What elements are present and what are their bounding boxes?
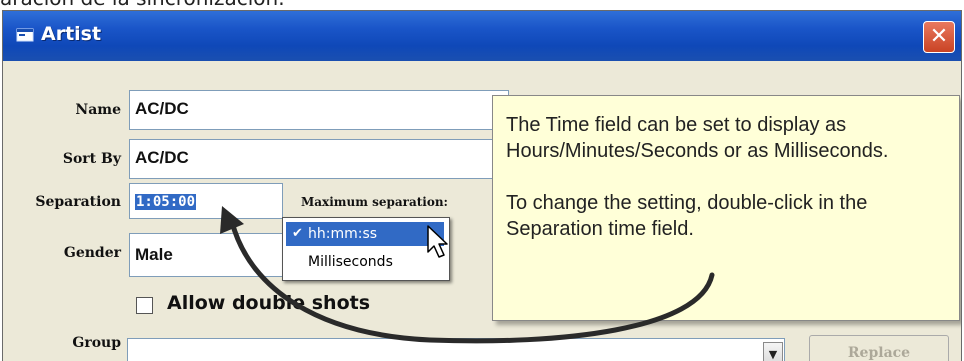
gender-select[interactable]: Male <box>129 233 295 277</box>
max-separation-label: Maximum separation: <box>301 195 448 209</box>
name-label: Name <box>75 102 121 118</box>
page-caption: aración de la sincronización. <box>0 0 285 10</box>
help-callout: The Time field can be set to display as … <box>492 95 960 321</box>
name-input[interactable]: AC/DC <box>129 90 509 130</box>
title-bar[interactable]: Artist ✕ <box>3 11 961 61</box>
checkmark-icon: ✔ <box>292 226 303 241</box>
window-icon <box>16 28 34 42</box>
allow-double-shots-label[interactable]: Allow double shots <box>167 292 370 314</box>
separation-label: Separation <box>35 194 121 210</box>
group-dropdown-button[interactable]: ▼ <box>763 342 783 361</box>
menu-item-label: hh:mm:ss <box>308 226 378 242</box>
close-icon: ✕ <box>929 24 949 49</box>
gender-label: Gender <box>63 245 121 261</box>
replace-button[interactable]: Replace <box>809 335 949 361</box>
time-format-menu: ✔ hh:mm:ss Milliseconds <box>282 217 450 281</box>
artist-dialog: Artist ✕ Name AC/DC Sort By AC/DC Separa… <box>2 10 962 361</box>
menu-item-hhmmss[interactable]: ✔ hh:mm:ss <box>286 222 444 246</box>
group-combobox[interactable] <box>127 338 785 361</box>
menu-item-label: Milliseconds <box>308 254 393 270</box>
close-button[interactable]: ✕ <box>923 21 955 53</box>
window-title: Artist <box>41 23 102 45</box>
separation-time-input[interactable]: 1:05:00 <box>129 183 283 219</box>
sortby-input[interactable]: AC/DC <box>129 139 509 179</box>
menu-item-milliseconds[interactable]: Milliseconds <box>286 250 444 274</box>
sortby-label: Sort By <box>62 151 121 167</box>
allow-double-shots-checkbox[interactable] <box>136 297 153 314</box>
separation-value: 1:05:00 <box>135 194 197 210</box>
callout-paragraph-1: The Time field can be set to display as … <box>506 114 889 162</box>
dropdown-arrow-icon: ▼ <box>768 348 778 361</box>
group-label: Group <box>72 335 121 351</box>
callout-paragraph-2: To change the setting, double-click in t… <box>506 192 868 240</box>
